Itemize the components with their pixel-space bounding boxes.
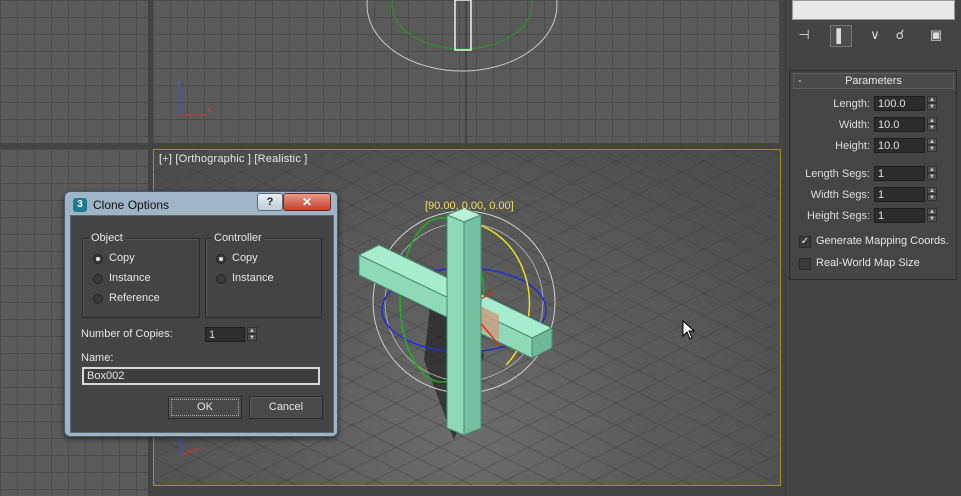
- svg-text:z: z: [177, 79, 181, 88]
- dialog-body: Object Copy Instance Reference Controlle…: [70, 215, 334, 433]
- viewport-front[interactable]: z x: [153, 0, 779, 143]
- collapse-icon: -: [798, 75, 802, 87]
- group-title: Object: [89, 232, 125, 244]
- param-width: Width: 10.0 ▲ ▼: [790, 117, 956, 135]
- param-height: Height: 10.0 ▲ ▼: [790, 138, 956, 156]
- rotation-readout: [90.00, 0.00, 0.00]: [425, 200, 514, 212]
- viewport-label[interactable]: [+] [Orthographic ] [Realistic ]: [159, 153, 308, 165]
- app-logo-icon: 3: [73, 198, 87, 212]
- axis-tripod-icon: z x: [177, 79, 211, 116]
- ok-button[interactable]: OK: [168, 396, 242, 419]
- radio-selected-icon: [216, 254, 226, 264]
- pin-stack-icon[interactable]: ⊣: [794, 25, 814, 45]
- param-label: Height:: [835, 140, 870, 152]
- rollout-header[interactable]: - Parameters: [793, 73, 954, 89]
- width-input[interactable]: 10.0: [874, 117, 925, 132]
- param-height-segs: Height Segs: 1 ▲ ▼: [790, 208, 956, 226]
- dialog-titlebar[interactable]: 3 Clone Options ? ✕: [65, 192, 337, 216]
- checkmark-icon: ✓: [799, 236, 811, 248]
- param-length: Length: 100.0 ▲ ▼: [790, 96, 956, 114]
- object-group: Object Copy Instance Reference: [82, 232, 203, 318]
- checkbox-empty-icon: [799, 258, 811, 270]
- object-instance-radio[interactable]: Instance: [93, 272, 203, 288]
- configure-sets-icon[interactable]: ▣: [926, 25, 946, 45]
- name-label: Name:: [81, 352, 114, 364]
- height-spinner[interactable]: ▲ ▼: [927, 138, 937, 153]
- object-name-field[interactable]: [792, 0, 955, 20]
- group-title: Controller: [212, 232, 264, 244]
- rollout-title: Parameters: [845, 75, 902, 87]
- param-label: Width:: [838, 119, 870, 131]
- real-world-map-size-checkbox[interactable]: Real-World Map Size: [799, 257, 959, 273]
- help-button[interactable]: ?: [257, 193, 283, 211]
- command-panel: ⊣ ▌ ∨ ☌ ▣ - Parameters Length: 100.0 ▲ ▼ …: [785, 0, 961, 496]
- radio-label: Instance: [232, 272, 274, 284]
- close-button[interactable]: ✕: [283, 193, 331, 211]
- radio-label: Copy: [109, 252, 135, 264]
- height-segs-spinner[interactable]: ▲ ▼: [927, 208, 937, 223]
- height-input[interactable]: 10.0: [874, 138, 925, 153]
- controller-copy-radio[interactable]: Copy: [216, 252, 326, 268]
- length-input[interactable]: 100.0: [874, 96, 925, 111]
- copies-spinner[interactable]: ▲ ▼: [247, 327, 257, 342]
- radio-label: Copy: [232, 252, 258, 264]
- width-spinner[interactable]: ▲ ▼: [927, 117, 937, 132]
- clone-options-dialog: 3 Clone Options ? ✕ Object Copy Instance…: [64, 191, 338, 437]
- viewport-top-left[interactable]: [0, 0, 148, 143]
- param-width-segs: Width Segs: 1 ▲ ▼: [790, 187, 956, 205]
- dialog-title: Clone Options: [93, 198, 170, 212]
- radio-icon: [216, 274, 226, 284]
- controller-group: Controller Copy Instance: [205, 232, 322, 318]
- remove-modifier-icon[interactable]: ☌: [890, 25, 910, 45]
- show-end-result-icon[interactable]: ▌: [830, 25, 852, 47]
- radio-icon: [93, 274, 103, 284]
- width-segs-spinner[interactable]: ▲ ▼: [927, 187, 937, 202]
- copies-label: Number of Copies:: [81, 328, 173, 340]
- front-view-drawing: z x: [177, 0, 558, 143]
- checkbox-label: Generate Mapping Coords.: [816, 235, 949, 247]
- radio-label: Instance: [109, 272, 151, 284]
- param-length-segs: Length Segs: 1 ▲ ▼: [790, 166, 956, 184]
- param-label: Width Segs:: [810, 189, 870, 201]
- checkbox-label: Real-World Map Size: [816, 257, 920, 269]
- svg-text:x: x: [207, 105, 211, 114]
- controller-instance-radio[interactable]: Instance: [216, 272, 326, 288]
- param-label: Length Segs:: [805, 168, 870, 180]
- object-reference-radio[interactable]: Reference: [93, 292, 203, 308]
- length-segs-input[interactable]: 1: [874, 166, 925, 181]
- param-label: Length:: [833, 98, 870, 110]
- mouse-pointer-icon: [682, 320, 696, 340]
- command-panel-tabs: ⊣ ▌ ∨ ☌ ▣: [786, 22, 961, 48]
- parameters-rollout: - Parameters Length: 100.0 ▲ ▼ Width: 10.…: [789, 70, 957, 280]
- radio-icon: [93, 294, 103, 304]
- radio-selected-icon: [93, 254, 103, 264]
- width-segs-input[interactable]: 1: [874, 187, 925, 202]
- name-input[interactable]: Box002: [82, 367, 320, 385]
- height-segs-input[interactable]: 1: [874, 208, 925, 223]
- object-copy-radio[interactable]: Copy: [93, 252, 203, 268]
- length-spinner[interactable]: ▲ ▼: [927, 96, 937, 111]
- length-segs-spinner[interactable]: ▲ ▼: [927, 166, 937, 181]
- make-unique-icon[interactable]: ∨: [865, 25, 885, 45]
- radio-label: Reference: [109, 292, 160, 304]
- cancel-button[interactable]: Cancel: [249, 396, 323, 419]
- copies-input[interactable]: 1: [205, 327, 245, 342]
- generate-mapping-coords-checkbox[interactable]: ✓ Generate Mapping Coords.: [799, 235, 959, 251]
- param-label: Height Segs:: [807, 210, 870, 222]
